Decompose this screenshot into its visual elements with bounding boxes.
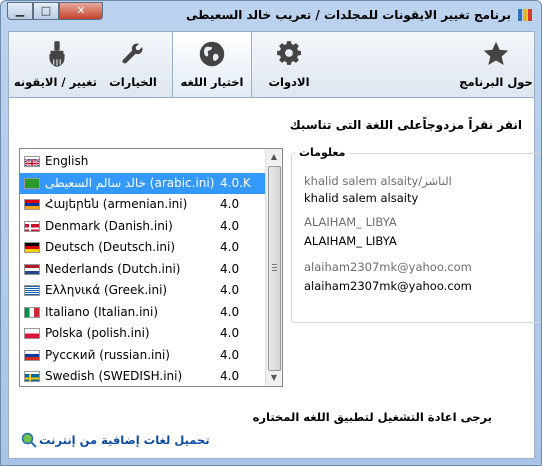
libya-flag-icon	[24, 177, 40, 189]
list-item-selected[interactable]: خالد سالم السعيطى (arabic.ini) 4.0.K	[20, 172, 268, 194]
germany-flag-icon	[24, 242, 40, 253]
italy-flag-icon	[24, 306, 40, 318]
language-name: Swedish (SWEDISH.ini)	[45, 369, 183, 383]
armenia-flag-icon	[24, 199, 40, 210]
netherlands-flag-icon	[24, 263, 40, 275]
list-item[interactable]: Ελληνικά (Greek.ini) 4.0	[20, 280, 268, 302]
tab-change-icon-label: تغيير / الايقونه	[13, 75, 97, 89]
list-item[interactable]: Deutsch (Deutsch.ini) 4.0	[20, 237, 268, 259]
brush-icon	[49, 41, 65, 67]
info-legend: معلومات	[295, 146, 350, 159]
location-value: ALAIHAM_ LIBYA	[304, 234, 397, 248]
denmark-flag-icon	[24, 220, 40, 232]
russia-flag-icon	[24, 349, 40, 361]
tab-change-icon[interactable]: تغيير / الايقونه	[13, 32, 97, 98]
language-name: Հայերեն (armenian.ini)	[45, 197, 188, 211]
star-icon	[483, 41, 509, 65]
sweden-flag-icon	[24, 371, 40, 382]
language-name: Русский (russian.ini)	[45, 347, 170, 362]
search-globe-icon[interactable]	[21, 432, 37, 451]
tab-tools[interactable]: الادوات	[249, 32, 329, 98]
download-languages-link[interactable]: تحميل لغات إضافية من إنترنت	[39, 433, 210, 447]
language-name: Nederlands (Dutch.ini)	[45, 261, 181, 276]
language-list[interactable]: English خالد سالم السعيطى (arabic.ini) 4…	[19, 148, 283, 387]
language-name: Polska (polish.ini)	[45, 326, 150, 340]
language-name: Denmark (Danish.ini)	[45, 218, 173, 233]
list-item[interactable]: Nederlands (Dutch.ini) 4.0	[20, 259, 268, 281]
close-button[interactable]: ✕	[59, 2, 103, 20]
maximize-button[interactable]: □	[33, 2, 59, 20]
language-name: Italiano (Italian.ini)	[45, 304, 159, 319]
language-version: 4.0	[220, 347, 240, 362]
email-value: alaiham2307mk@yahoo.com	[304, 279, 472, 293]
scroll-up-arrow-icon[interactable]: ▲	[266, 149, 282, 165]
info-groupbox: khalid salem alsaity/الناشر khalid salem…	[291, 153, 541, 323]
list-item[interactable]: Polska (polish.ini) 4.0	[20, 323, 268, 345]
toolbar: حول البرنامج الادوات اختيار اللغه الخيار…	[8, 31, 536, 98]
title-bar: ▁ □ ✕ برنامج تغيير الايقونات للمجلدات / …	[1, 1, 541, 31]
list-item[interactable]: Swedish (SWEDISH.ini) 4.0	[20, 366, 268, 386]
language-version: 4.0	[220, 218, 240, 233]
language-name: Ελληνικά (Greek.ini)	[45, 283, 168, 297]
language-version: 4.0	[220, 261, 240, 276]
publisher-value: khalid salem alsaity	[304, 191, 419, 205]
instruction-text: انقر نقراً مزدوجاًعلى اللغة التى تناسبك	[289, 118, 522, 132]
publisher-label: khalid salem alsaity/الناشر	[304, 174, 452, 188]
tab-language-label: اختيار اللغه	[180, 75, 244, 89]
gear-icon	[277, 41, 301, 65]
language-name: Deutsch (Deutsch.ini)	[45, 240, 176, 254]
vertical-scrollbar[interactable]: ▲ ▼	[265, 149, 282, 386]
email-label: alaiham2307mk@yahoo.com	[304, 260, 472, 274]
language-version: 4.0	[220, 240, 240, 254]
app-icon	[517, 7, 533, 23]
wrench-icon	[122, 43, 143, 64]
list-item[interactable]: Русский (russian.ini) 4.0	[20, 345, 268, 367]
tab-about-label: حول البرنامج	[459, 75, 533, 89]
scroll-thumb[interactable]	[268, 166, 281, 371]
language-version: 4.0	[220, 369, 240, 383]
tab-tools-label: الادوات	[268, 75, 310, 89]
tab-about[interactable]: حول البرنامج	[456, 32, 536, 98]
greece-flag-icon	[24, 285, 40, 296]
minimize-button[interactable]: ▁	[7, 2, 33, 20]
restart-note: يرجى اعادة التشغيل لتطبيق اللغه المختاره	[252, 410, 492, 424]
globe-icon	[199, 41, 225, 67]
scroll-down-arrow-icon[interactable]: ▼	[266, 370, 282, 386]
window-controls: ▁ □ ✕	[7, 2, 103, 20]
language-version: 4.0	[220, 283, 240, 297]
tab-language[interactable]: اختيار اللغه	[172, 32, 252, 98]
list-item[interactable]: Italiano (Italian.ini) 4.0	[20, 302, 268, 324]
language-name: English	[45, 154, 89, 168]
tab-options[interactable]: الخيارات	[93, 32, 173, 98]
language-panel: انقر نقراً مزدوجاًعلى اللغة التى تناسبك …	[8, 97, 541, 459]
location-label: ALAIHAM_ LIBYA	[304, 215, 397, 229]
app-window: ▁ □ ✕ برنامج تغيير الايقونات للمجلدات / …	[0, 0, 542, 466]
tab-options-label: الخيارات	[109, 75, 157, 89]
list-item[interactable]: Denmark (Danish.ini) 4.0	[20, 216, 268, 238]
language-version: 4.0	[220, 326, 240, 340]
language-version: 4.0.K	[220, 175, 251, 190]
language-name: خالد سالم السعيطى (arabic.ini)	[45, 175, 215, 190]
window-title: برنامج تغيير الايقونات للمجلدات / تعريب …	[186, 8, 511, 22]
list-item[interactable]: Հայերեն (armenian.ini) 4.0	[20, 194, 268, 216]
poland-flag-icon	[24, 328, 40, 339]
list-item[interactable]: English	[20, 151, 268, 173]
uk-flag-icon	[24, 156, 40, 167]
language-version: 4.0	[220, 197, 240, 211]
language-version: 4.0	[220, 304, 240, 319]
